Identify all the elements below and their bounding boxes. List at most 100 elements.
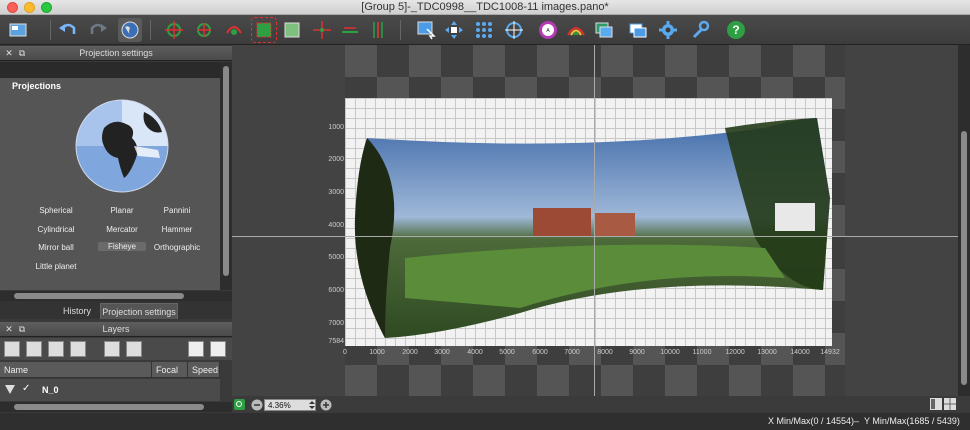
x-tick: 2000 (402, 349, 418, 356)
projection-panel-hscroll[interactable] (0, 291, 232, 301)
column-focal[interactable]: Focal (152, 362, 188, 378)
minimize-window-button[interactable] (24, 2, 35, 13)
projection-panel-vscroll[interactable] (220, 62, 232, 290)
projection-preview-strip (0, 62, 220, 78)
vscroll-thumb[interactable] (223, 66, 229, 276)
layers-panel-header: ✕ ⧉ Layers (0, 322, 232, 337)
projection-fisheye[interactable]: Fisheye (98, 242, 146, 251)
image-preview-button[interactable] (592, 18, 616, 42)
window-title: [Group 5]-_TDC0998__TDC1008-11 images.pa… (361, 1, 609, 13)
control-points-button[interactable] (472, 18, 496, 42)
grid-points-icon (476, 22, 492, 38)
expand-triangle-icon[interactable] (4, 383, 16, 395)
frame-icon (284, 22, 300, 38)
layers-hscroll-thumb[interactable] (14, 404, 204, 410)
column-name[interactable]: Name (0, 362, 152, 378)
crop-tool-button[interactable] (251, 17, 277, 43)
globe-icon (121, 21, 139, 39)
help-icon: ? (727, 21, 745, 39)
redo-button[interactable] (86, 18, 110, 42)
float-layers-icon[interactable]: ⧉ (17, 324, 27, 334)
fit-view-icon[interactable] (234, 399, 245, 410)
projection-hammer[interactable]: Hammer (145, 225, 209, 234)
layer-checkbox-icon[interactable]: ✓ (22, 383, 30, 394)
hscroll-thumb[interactable] (14, 293, 184, 299)
color-adjust-button[interactable] (564, 18, 588, 42)
x-tick: 11000 (692, 349, 712, 356)
select-tool-button[interactable] (414, 18, 438, 42)
layout-icon (9, 23, 27, 37)
rainbow-icon (567, 27, 585, 36)
undo-button[interactable] (56, 18, 80, 42)
horizon-tool-button[interactable] (310, 18, 334, 42)
layer-name: N_0 (42, 385, 59, 395)
vertical-guides-button[interactable] (366, 18, 390, 42)
panel-tabs: History Projection settings (0, 301, 232, 319)
table-row[interactable]: ✓ N_0 (0, 379, 220, 401)
render-button[interactable] (626, 18, 650, 42)
panorama-image[interactable] (345, 98, 832, 346)
projection-orthographic[interactable]: Orthographic (145, 243, 209, 252)
projection-mirror-ball[interactable]: Mirror ball (24, 243, 88, 252)
zoom-stepper-icon[interactable] (308, 400, 316, 410)
move-tool-button[interactable] (162, 18, 186, 42)
x-tick: 14000 (790, 349, 810, 356)
globe-view-button[interactable] (118, 18, 142, 42)
edit-layer-icon[interactable] (48, 341, 64, 357)
y-minmax-readout: Y Min/Max(1685 / 5439) (864, 416, 960, 426)
help-button[interactable]: ? (724, 18, 748, 42)
canvas-vscroll[interactable] (958, 45, 970, 396)
target-tool-button[interactable] (502, 18, 526, 42)
windows-stack-icon (629, 23, 647, 38)
vertical-lines-icon (373, 22, 383, 38)
x-tick: 7000 (564, 349, 580, 356)
grid-view-icon[interactable] (944, 398, 956, 410)
x-tick: 13000 (757, 349, 777, 356)
projection-little-planet[interactable]: Little planet (24, 262, 88, 271)
target-icon (505, 21, 523, 39)
tab-history[interactable]: History (56, 303, 98, 319)
layers-hscroll[interactable] (0, 402, 232, 412)
x-tick: 4000 (467, 349, 483, 356)
redo-icon (90, 23, 107, 34)
maximize-window-button[interactable] (41, 2, 52, 13)
frame-tool-button[interactable] (280, 18, 304, 42)
projection-pannini[interactable]: Pannini (145, 206, 209, 215)
close-panel-icon[interactable]: ✕ (4, 48, 14, 58)
projection-spherical[interactable]: Spherical (24, 206, 88, 215)
close-window-button[interactable] (7, 2, 18, 13)
y-tick: 4000 (328, 222, 344, 229)
projection-cylindrical[interactable]: Cylindrical (24, 225, 88, 234)
add-layer-icon[interactable] (4, 341, 20, 357)
zoom-out-icon[interactable] (251, 399, 263, 411)
auto-color-button[interactable]: A (536, 18, 560, 42)
close-layers-icon[interactable]: ✕ (4, 324, 14, 334)
x-tick: 1000 (369, 349, 385, 356)
svg-text:?: ? (732, 23, 739, 37)
y-tick: 3000 (328, 189, 344, 196)
float-panel-icon[interactable]: ⧉ (17, 48, 27, 58)
new-group-icon[interactable] (104, 341, 120, 357)
auto-icon: A (539, 21, 557, 39)
gear-icon (659, 21, 677, 39)
window-titlebar: [Group 5]-_TDC0998__TDC1008-11 images.pa… (0, 0, 970, 15)
roll-tool-button[interactable] (222, 18, 246, 42)
add-image-icon[interactable] (26, 341, 42, 357)
pan-tool-button[interactable] (442, 18, 466, 42)
delete-layer-icon[interactable] (126, 341, 142, 357)
settings-button[interactable] (656, 18, 680, 42)
layer-l-icon[interactable] (210, 341, 226, 357)
layout-menu-button[interactable] (6, 18, 30, 42)
tools-button[interactable] (688, 18, 712, 42)
rotate-tool-button[interactable] (192, 18, 216, 42)
column-speed[interactable]: Speed (188, 362, 220, 378)
layer-e-icon[interactable] (188, 341, 204, 357)
crosshair-move-icon (165, 21, 183, 39)
vertical-line-tool-button[interactable] (338, 18, 362, 42)
single-view-icon[interactable] (930, 398, 942, 410)
x-tick: 9000 (629, 349, 645, 356)
duplicate-layer-icon[interactable] (70, 341, 86, 357)
zoom-in-icon[interactable] (320, 399, 332, 411)
tab-projection-settings[interactable]: Projection settings (100, 303, 178, 319)
canvas-vscroll-thumb[interactable] (961, 131, 967, 385)
